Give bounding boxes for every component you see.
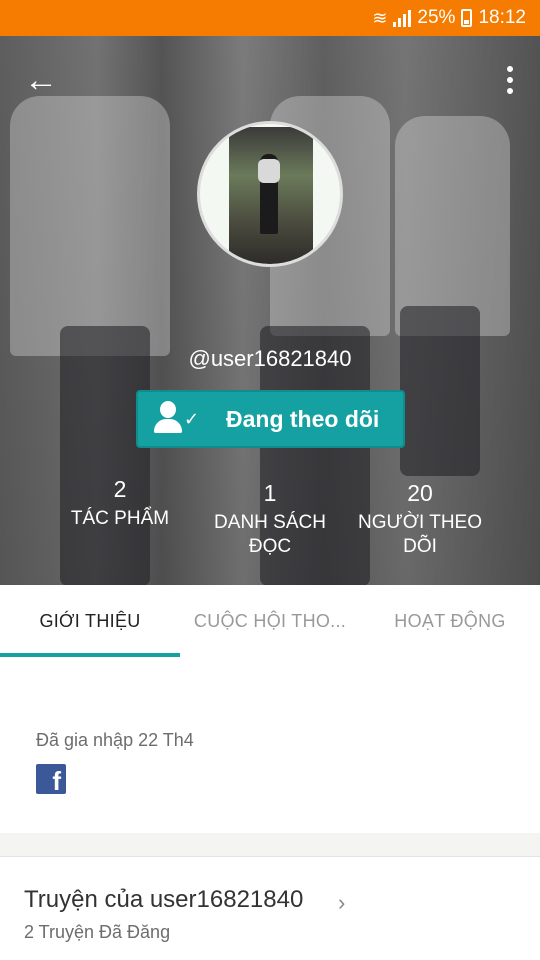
stories-section[interactable]: Truyện của user16821840 › 2 Truyện Đã Đă…: [0, 858, 540, 960]
following-button[interactable]: ✓ Đang theo dõi: [136, 390, 405, 448]
avatar-figure: [258, 159, 280, 183]
status-bar: ≋ 25% 18:12: [0, 0, 540, 36]
stat-label: DÕI: [403, 536, 437, 557]
section-divider: [0, 833, 540, 857]
battery-percent: 25%: [417, 7, 456, 28]
stat-label: DANH SÁCH: [214, 512, 326, 533]
profile-header: ← @user16821840 ✓ Đang theo dõi 2 TÁC PH…: [0, 36, 540, 585]
stat-label: TÁC PHẨM: [70, 508, 170, 529]
signal-icon: [393, 9, 412, 27]
stat-label: ĐỌC: [248, 536, 292, 557]
stories-title: Truyện của user16821840: [24, 886, 304, 913]
tab-about[interactable]: GIỚI THIỆU: [0, 585, 180, 657]
avatar[interactable]: [197, 121, 343, 267]
background-photo: [395, 116, 510, 336]
stat-works[interactable]: 2 TÁC PHẨM: [60, 476, 180, 531]
battery-icon: [461, 9, 473, 27]
stat-followers[interactable]: 20 NGƯỜI THEO DÕI: [355, 480, 485, 559]
about-section: Đã gia nhập 22 Th4 f: [0, 657, 540, 833]
stat-label: NGƯỜI THEO: [357, 512, 482, 533]
wifi-icon: ≋: [372, 7, 388, 28]
stories-count: 2 Truyện Đã Đăng: [24, 922, 171, 942]
chevron-right-icon: ›: [338, 890, 346, 915]
tab-conversations[interactable]: CUỘC HỘI THO...: [180, 585, 360, 657]
user-check-icon: ✓: [154, 399, 214, 439]
profile-tabs: GIỚI THIỆU CUỘC HỘI THO... HOẠT ĐỘNG: [0, 585, 540, 657]
profile-username: @user16821840: [188, 346, 352, 371]
stat-value: 1: [263, 480, 277, 506]
more-options-icon[interactable]: [506, 66, 514, 94]
stat-value: 20: [407, 480, 433, 506]
stat-reading-lists[interactable]: 1 DANH SÁCH ĐỌC: [205, 480, 335, 559]
joined-date: Đã gia nhập 22 Th4: [36, 730, 194, 750]
stat-value: 2: [113, 476, 127, 502]
background-photo: [10, 96, 170, 356]
facebook-icon[interactable]: f: [36, 764, 66, 794]
tab-activity[interactable]: HOẠT ĐỘNG: [360, 585, 540, 657]
clock: 18:12: [478, 7, 526, 28]
back-arrow-icon[interactable]: ←: [24, 62, 60, 98]
background-photo: [400, 306, 480, 476]
following-button-label: Đang theo dõi: [226, 405, 380, 432]
